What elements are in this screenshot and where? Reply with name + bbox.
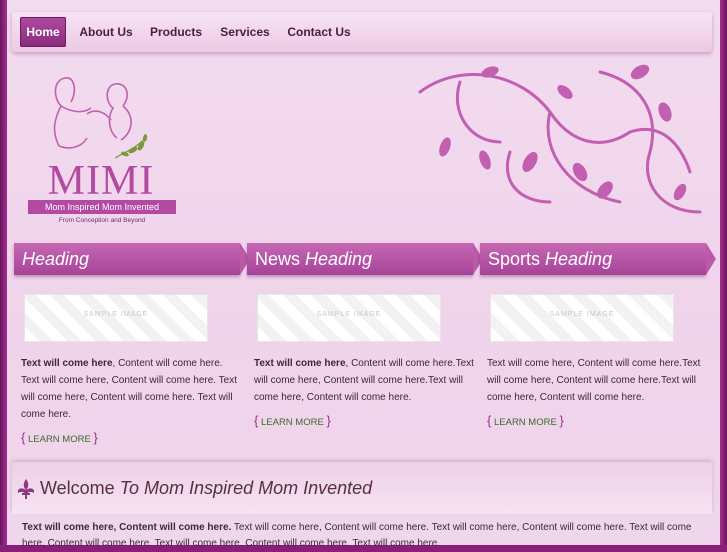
fleur-de-lis-icon xyxy=(17,479,35,499)
welcome-em: To Mom Inspired Mom Invented xyxy=(119,478,373,498)
logo-title: MIMI xyxy=(47,158,155,204)
nav-services[interactable]: Services xyxy=(216,17,274,47)
sample-image-label: SAMPLE IMAGE xyxy=(549,311,615,318)
learn-more-label: LEARN MORE xyxy=(493,417,557,428)
nav-about-us[interactable]: About Us xyxy=(76,17,136,47)
welcome-bold: Text will come here, Content will come h… xyxy=(22,522,232,533)
column-1-text: Text will come here, Content will come h… xyxy=(21,355,243,423)
page-border-left xyxy=(0,0,7,545)
nav-products[interactable]: Products xyxy=(146,17,206,47)
nav-home[interactable]: Home xyxy=(20,17,66,47)
main-nav: Home About Us Products Services Contact … xyxy=(12,12,712,52)
column-1-heading-em: Heading xyxy=(22,249,90,269)
column-1-heading: Heading xyxy=(14,243,250,275)
column-3-heading-em: Heading xyxy=(545,249,613,269)
column-2-heading: News Heading xyxy=(247,243,483,275)
welcome-plain: Welcome xyxy=(40,478,120,498)
column-2-heading-em: Heading xyxy=(305,249,373,269)
column-3-heading: Sports Heading xyxy=(480,243,716,275)
welcome-text: Text will come here, Content will come h… xyxy=(22,520,712,552)
column-3-heading-plain: Sports xyxy=(488,249,546,269)
column-2-learn-more-link[interactable]: { LEARN MORE } xyxy=(254,413,331,428)
column-2-text: Text will come here, Content will come h… xyxy=(254,355,476,406)
logo-subline: From Conception and Beyond xyxy=(58,217,146,224)
column-3-sample-image: SAMPLE IMAGE xyxy=(490,294,674,342)
column-1-sample-image: SAMPLE IMAGE xyxy=(24,294,208,342)
page-border-right xyxy=(720,0,727,545)
logo-tagline: Mom Inspired Mom Invented xyxy=(28,200,176,214)
column-1-learn-more-link[interactable]: { LEARN MORE } xyxy=(21,430,98,445)
column-2-sample-image: SAMPLE IMAGE xyxy=(257,294,441,342)
column-1-bold: Text will come here xyxy=(21,358,113,369)
learn-more-label: LEARN MORE xyxy=(27,434,91,445)
sample-image-label: SAMPLE IMAGE xyxy=(316,311,382,318)
column-2-bold: Text will come here xyxy=(254,358,346,369)
nav-contact-us[interactable]: Contact Us xyxy=(284,17,354,47)
column-3-text: Text will come here, Content will come h… xyxy=(487,355,709,406)
learn-more-label: LEARN MORE xyxy=(260,417,324,428)
column-news: News Heading SAMPLE IMAGE Text will come… xyxy=(247,243,483,428)
welcome-heading: Welcome To Mom Inspired Mom Invented xyxy=(40,478,372,499)
floral-swirl-icon xyxy=(418,64,702,214)
column-sports: Sports Heading SAMPLE IMAGE Text will co… xyxy=(480,243,716,428)
sample-image-label: SAMPLE IMAGE xyxy=(83,311,149,318)
column-heading: Heading SAMPLE IMAGE Text will come here… xyxy=(14,243,250,445)
column-3-body: Text will come here, Content will come h… xyxy=(487,358,701,403)
column-3-learn-more-link[interactable]: { LEARN MORE } xyxy=(487,413,564,428)
column-2-heading-plain: News xyxy=(255,249,306,269)
